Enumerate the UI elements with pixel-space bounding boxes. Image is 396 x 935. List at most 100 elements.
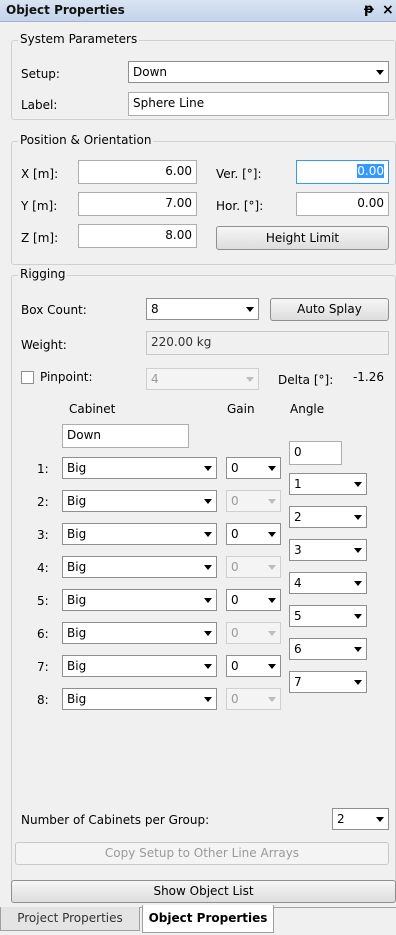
chevron-down-icon	[268, 466, 276, 471]
height-limit-button[interactable]: Height Limit	[216, 226, 389, 250]
gain-value: 0	[231, 626, 239, 640]
row-index-label: 8:	[37, 693, 49, 707]
pin-icon[interactable]: ᵽ	[364, 2, 374, 17]
setup-label: Setup:	[21, 67, 60, 81]
pinpoint-checkbox[interactable]	[21, 371, 34, 384]
cabinet-value: Big	[67, 626, 87, 640]
system-parameters-title: System Parameters	[18, 32, 140, 46]
chevron-down-icon	[246, 307, 254, 312]
angle-top-field[interactable]: 0	[289, 441, 342, 465]
cabinets-per-group-select[interactable]: 2	[332, 808, 389, 830]
hor-label: Hor. [°]:	[216, 199, 264, 213]
chevron-down-icon	[246, 377, 254, 382]
cabinet-value: Big	[67, 527, 87, 541]
angle-select[interactable]: 1	[289, 473, 367, 495]
copy-setup-button[interactable]: Copy Setup to Other Line Arrays	[15, 842, 389, 865]
angle-select[interactable]: 4	[289, 572, 367, 594]
chevron-down-icon	[204, 631, 212, 636]
delta-field: -1.26	[340, 366, 389, 390]
setup-value: Down	[133, 65, 168, 79]
x-label: X [m]:	[21, 167, 59, 181]
y-input[interactable]: 7.00	[78, 192, 197, 216]
gain-select[interactable]: 0	[226, 457, 281, 479]
gain-value: 0	[231, 461, 239, 475]
z-label: Z [m]:	[21, 231, 59, 245]
ver-input[interactable]: 0.00	[296, 160, 389, 184]
ver-value: 0.00	[357, 164, 384, 178]
chevron-down-icon	[354, 548, 362, 553]
gain-select[interactable]: 0	[226, 523, 281, 545]
chevron-down-icon	[204, 532, 212, 537]
row-index-label: 2:	[37, 495, 49, 509]
row-index-label: 5:	[37, 594, 49, 608]
gain-select: 0	[226, 556, 281, 578]
cabinet-select[interactable]: Big	[62, 556, 217, 578]
hor-input[interactable]: 0.00	[296, 192, 389, 216]
angle-value: 4	[294, 576, 302, 590]
y-label: Y [m]:	[21, 199, 58, 213]
angle-select[interactable]: 7	[289, 671, 367, 693]
ver-label: Ver. [°]:	[216, 167, 262, 181]
cabinet-select[interactable]: Big	[62, 622, 217, 644]
z-input[interactable]: 8.00	[78, 224, 197, 248]
rigging-title: Rigging	[18, 267, 68, 281]
chevron-down-icon	[204, 598, 212, 603]
auto-splay-button[interactable]: Auto Splay	[270, 298, 389, 321]
chevron-down-icon	[204, 499, 212, 504]
cabinet-value: Big	[67, 692, 87, 706]
box-count-label: Box Count:	[21, 303, 87, 317]
label-label: Label:	[21, 98, 58, 112]
chevron-down-icon	[354, 581, 362, 586]
box-count-select[interactable]: 8	[146, 298, 259, 320]
gain-value: 0	[231, 560, 239, 574]
cabinet-select[interactable]: Big	[62, 688, 217, 710]
angle-select[interactable]: 2	[289, 506, 367, 528]
gain-select: 0	[226, 622, 281, 644]
gain-value: 0	[231, 692, 239, 706]
show-object-list-button[interactable]: Show Object List	[11, 880, 396, 903]
gain-select[interactable]: 0	[226, 589, 281, 611]
weight-field: 220.00 kg	[146, 331, 389, 355]
cabinet-select[interactable]: Big	[62, 490, 217, 512]
column-header-angle: Angle	[290, 402, 325, 416]
cabinet-select[interactable]: Big	[62, 589, 217, 611]
cabinet-select[interactable]: Big	[62, 457, 217, 479]
cabinets-per-group-label: Number of Cabinets per Group:	[21, 813, 210, 827]
angle-select[interactable]: 3	[289, 539, 367, 561]
chevron-down-icon	[376, 70, 384, 75]
chevron-down-icon	[268, 532, 276, 537]
row-index-label: 1:	[37, 462, 49, 476]
chevron-down-icon	[268, 565, 276, 570]
box-count-value: 8	[151, 302, 159, 316]
angle-select[interactable]: 5	[289, 605, 367, 627]
cabinet-value: Big	[67, 659, 87, 673]
tab-object-properties[interactable]: Object Properties	[142, 905, 274, 933]
gain-select[interactable]: 0	[226, 655, 281, 677]
cabinet-select[interactable]: Big	[62, 655, 217, 677]
cabinets-per-group-value: 2	[337, 812, 345, 826]
label-input[interactable]: Sphere Line	[128, 92, 389, 116]
cabinet-select[interactable]: Big	[62, 523, 217, 545]
chevron-down-icon	[204, 565, 212, 570]
setup-select[interactable]: Down	[128, 61, 389, 83]
angle-value: 1	[294, 477, 302, 491]
angle-value: 3	[294, 543, 302, 557]
angle-value: 5	[294, 609, 302, 623]
gain-select: 0	[226, 490, 281, 512]
gain-select: 0	[226, 688, 281, 710]
delta-label: Delta [°]:	[278, 373, 334, 387]
panel-title-bar: Object Properties ᵽ ×	[0, 0, 396, 22]
gain-value: 0	[231, 593, 239, 607]
tab-project-properties[interactable]: Project Properties	[0, 907, 140, 931]
column-header-gain: Gain	[227, 402, 255, 416]
cabinet-value: Big	[67, 461, 87, 475]
chevron-down-icon	[268, 499, 276, 504]
angle-value: 2	[294, 510, 302, 524]
x-input[interactable]: 6.00	[78, 160, 197, 184]
chevron-down-icon	[354, 614, 362, 619]
gain-value: 0	[231, 659, 239, 673]
close-icon[interactable]: ×	[382, 2, 394, 18]
weight-label: Weight:	[21, 338, 67, 352]
cabinet-top-field[interactable]: Down	[62, 424, 189, 448]
angle-select[interactable]: 6	[289, 638, 367, 660]
